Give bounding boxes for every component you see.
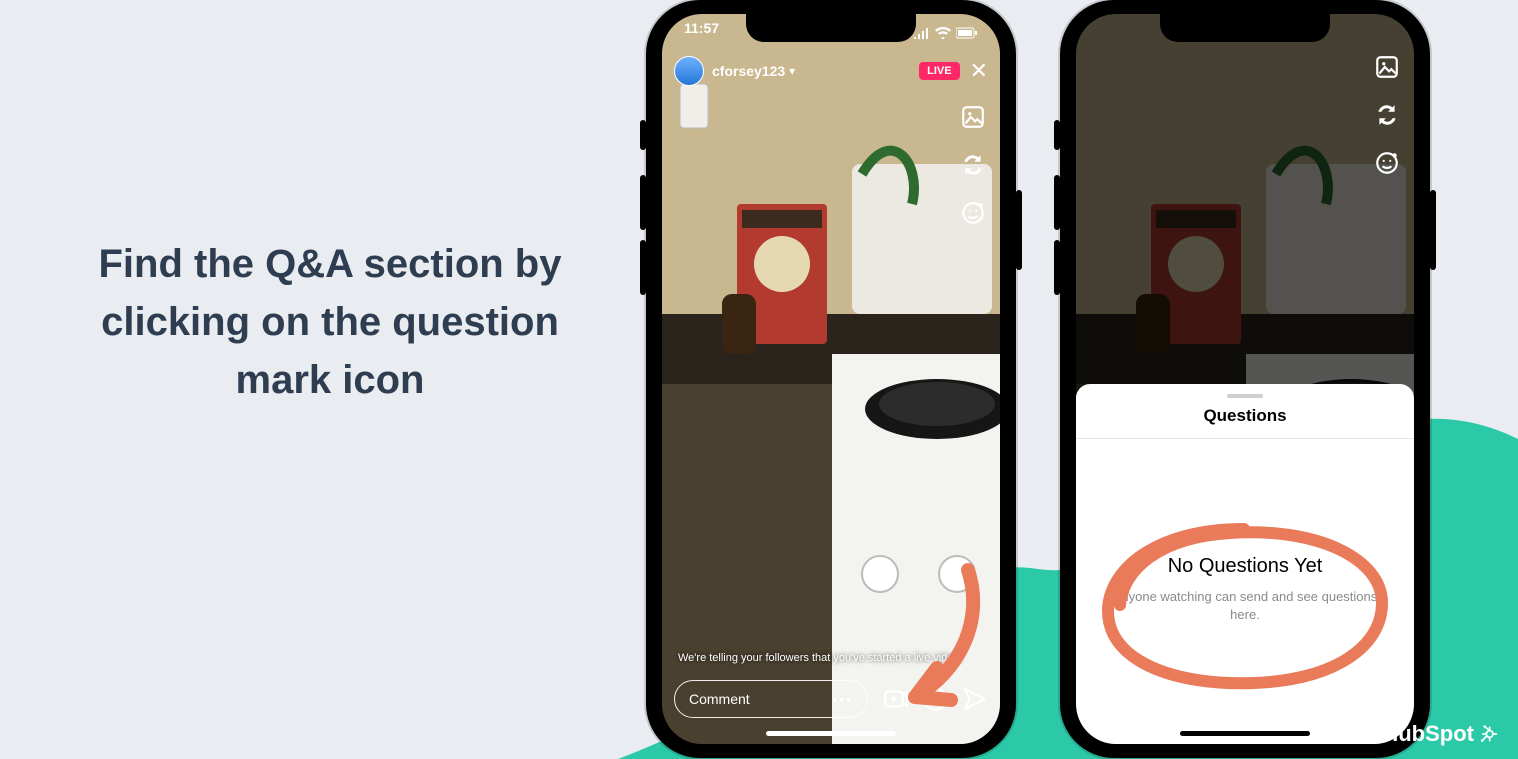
mute-switch (1054, 120, 1060, 150)
close-icon[interactable]: ✕ (970, 60, 988, 82)
status-bar: 11:57 (662, 20, 1000, 46)
volume-down-button (1054, 240, 1060, 295)
face-filter-icon[interactable] (960, 200, 986, 226)
gallery-icon[interactable] (960, 104, 986, 130)
avatar[interactable] (674, 56, 704, 86)
annotation-arrow (873, 562, 993, 722)
signal-icon (914, 27, 930, 39)
home-indicator[interactable] (766, 731, 896, 736)
status-time: 11:57 (684, 20, 719, 46)
more-icon[interactable]: ••• (832, 691, 853, 707)
power-button (1430, 190, 1436, 270)
phone-notch (1160, 14, 1330, 42)
phone-screen: Questions No Questions Yet Anyone watchi… (1076, 14, 1414, 744)
comment-placeholder: Comment (689, 691, 750, 707)
battery-icon (956, 27, 978, 39)
comment-input[interactable]: Comment ••• (674, 680, 868, 718)
gallery-icon[interactable] (1374, 54, 1400, 80)
right-toolbar (960, 104, 986, 226)
face-filter-icon[interactable] (1374, 150, 1400, 176)
drawer-handle[interactable] (1227, 394, 1263, 398)
phone-right: Questions No Questions Yet Anyone watchi… (1060, 0, 1430, 758)
mute-switch (640, 120, 646, 150)
drawer-body: No Questions Yet Anyone watching can sen… (1076, 439, 1414, 739)
volume-up-button (1054, 175, 1060, 230)
status-indicators (914, 20, 978, 46)
volume-up-button (640, 175, 646, 230)
switch-camera-icon[interactable] (1374, 102, 1400, 128)
power-button (1016, 190, 1022, 270)
tutorial-slide: Find the Q&A section by clicking on the … (0, 0, 1518, 759)
questions-drawer[interactable]: Questions No Questions Yet Anyone watchi… (1076, 384, 1414, 744)
chevron-down-icon[interactable]: ▾ (789, 64, 795, 78)
switch-camera-icon[interactable] (960, 152, 986, 178)
live-badge: LIVE (919, 62, 959, 80)
headline: Find the Q&A section by clicking on the … (60, 235, 600, 409)
username[interactable]: cforsey123 (712, 63, 785, 79)
live-header: cforsey123 ▾ LIVE ✕ (674, 54, 988, 88)
wifi-icon (935, 27, 951, 39)
hubspot-sprocket-icon (1478, 724, 1498, 744)
home-indicator[interactable] (1180, 731, 1310, 736)
annotation-circle (1094, 511, 1394, 701)
right-toolbar (1374, 54, 1400, 176)
drawer-title: Questions (1076, 406, 1414, 439)
volume-down-button (640, 240, 646, 295)
